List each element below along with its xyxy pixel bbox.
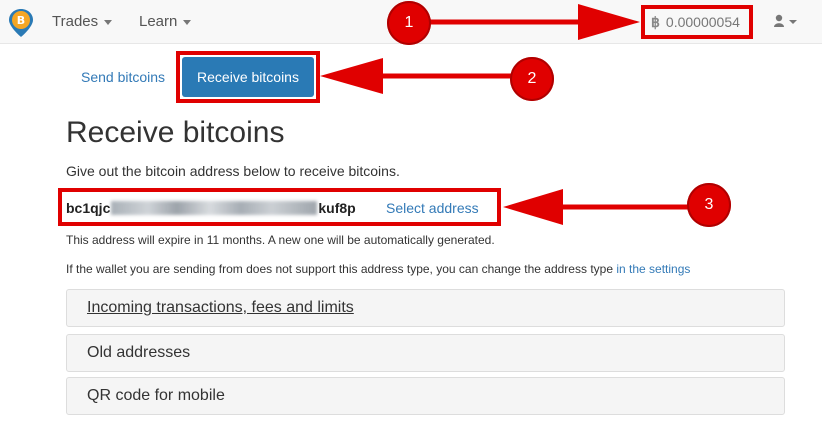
annotation-badge-2: 2 [510, 57, 554, 101]
annotation-arrowhead-3 [503, 189, 563, 225]
annotation-badge-3: 3 [687, 183, 731, 227]
annotation-arrowhead-1 [578, 4, 640, 40]
annotation-badge-1: 1 [387, 1, 431, 45]
annotation-arrowhead-2 [320, 58, 383, 94]
